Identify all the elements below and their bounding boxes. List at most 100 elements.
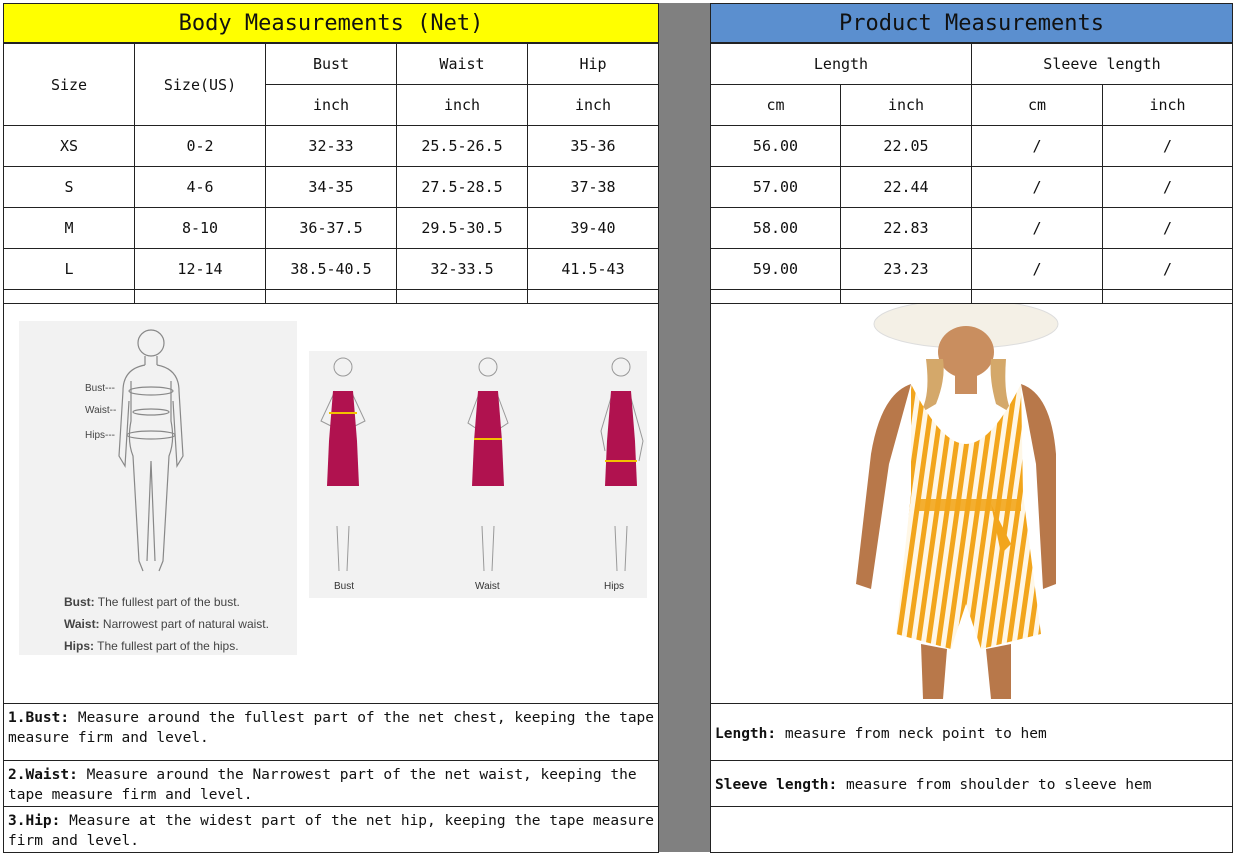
column-gap (659, 3, 710, 852)
row-s-hip: 37-38 (527, 166, 659, 208)
note-length-label: Length: (715, 726, 777, 742)
bust-tag: Bust--- (85, 383, 115, 394)
row-l-sleeve-cm: / (971, 248, 1103, 290)
product-measurements-title: Product Measurements (710, 3, 1233, 43)
waist-definition: Waist: Narrowest part of natural waist. (64, 617, 269, 631)
empty-cell (134, 289, 266, 304)
bust-definition-text: The fullest part of the bust. (97, 595, 240, 609)
note-bust-label: 1.Bust: (8, 710, 70, 726)
hips-tag: Hips--- (85, 430, 115, 441)
empty-cell (710, 289, 841, 304)
header-waist: Waist (396, 43, 528, 85)
empty-note (710, 806, 1233, 853)
row-m-length-cm: 58.00 (710, 207, 841, 249)
row-m-size: M (3, 207, 135, 249)
row-xs-sleeve-inch: / (1102, 125, 1233, 167)
waist-definition-text: Narrowest part of natural waist. (102, 617, 269, 631)
note-hip: 3.Hip: Measure at the widest part of the… (3, 806, 659, 853)
unit-length-cm: cm (710, 84, 841, 126)
note-waist-label: 2.Waist: (8, 767, 78, 783)
striped-romper-image (856, 304, 1059, 699)
row-s-sleeve-cm: / (971, 166, 1103, 208)
note-length-text: measure from neck point to hem (776, 726, 1047, 742)
note-length: Length: measure from neck point to hem (710, 703, 1233, 761)
header-size-us: Size(US) (134, 43, 266, 126)
row-l-sleeve-inch: / (1102, 248, 1233, 290)
row-s-length-inch: 22.44 (840, 166, 972, 208)
row-m-bust: 36-37.5 (265, 207, 397, 249)
row-s-length-cm: 57.00 (710, 166, 841, 208)
empty-cell (396, 289, 528, 304)
unit-bust: inch (265, 84, 397, 126)
unit-waist: inch (396, 84, 528, 126)
empty-cell (971, 289, 1103, 304)
note-waist: 2.Waist: Measure around the Narrowest pa… (3, 760, 659, 807)
figure-label-bust: Bust (334, 581, 355, 592)
hips-definition-text: The fullest part of the hips. (97, 639, 239, 653)
figure-label-hips: Hips (604, 581, 625, 592)
row-xs-length-cm: 56.00 (710, 125, 841, 167)
row-m-us: 8-10 (134, 207, 266, 249)
row-m-hip: 39-40 (527, 207, 659, 249)
row-xs-size: XS (3, 125, 135, 167)
row-l-waist: 32-33.5 (396, 248, 528, 290)
row-s-sleeve-inch: / (1102, 166, 1233, 208)
note-bust-text: Measure around the fullest part of the n… (8, 710, 655, 746)
row-m-waist: 29.5-30.5 (396, 207, 528, 249)
row-xs-bust: 32-33 (265, 125, 397, 167)
note-sleeve-text: measure from shoulder to sleeve hem (837, 777, 1152, 793)
row-l-bust: 38.5-40.5 (265, 248, 397, 290)
unit-hip: inch (527, 84, 659, 126)
empty-cell (265, 289, 397, 304)
note-sleeve-label: Sleeve length: (715, 777, 838, 793)
row-l-us: 12-14 (134, 248, 266, 290)
hips-definition: Hips: The fullest part of the hips. (64, 639, 239, 653)
row-s-size: S (3, 166, 135, 208)
empty-cell (1102, 289, 1233, 304)
row-xs-waist: 25.5-26.5 (396, 125, 528, 167)
note-hip-label: 3.Hip: (8, 813, 61, 829)
row-s-bust: 34-35 (265, 166, 397, 208)
body-measurements-title: Body Measurements (Net) (3, 3, 659, 43)
empty-cell (3, 289, 135, 304)
row-m-sleeve-cm: / (971, 207, 1103, 249)
row-l-length-cm: 59.00 (710, 248, 841, 290)
empty-cell (527, 289, 659, 304)
row-l-hip: 41.5-43 (527, 248, 659, 290)
header-size: Size (3, 43, 135, 126)
dress-guide-panel: Bust Waist Hips (309, 351, 647, 598)
header-sleeve-length: Sleeve length (971, 43, 1233, 85)
row-s-us: 4-6 (134, 166, 266, 208)
row-m-sleeve-inch: / (1102, 207, 1233, 249)
header-length: Length (710, 43, 972, 85)
note-waist-text: Measure around the Narrowest part of the… (8, 767, 637, 803)
row-xs-hip: 35-36 (527, 125, 659, 167)
row-xs-sleeve-cm: / (971, 125, 1103, 167)
row-l-size: L (3, 248, 135, 290)
measurement-guide-area: Bust--- Waist-- Hips--- Bust: The fulles… (3, 303, 659, 704)
body-outline-figure (118, 329, 184, 572)
waist-definition-label: Waist: (64, 617, 100, 631)
row-s-waist: 27.5-28.5 (396, 166, 528, 208)
empty-cell (840, 289, 972, 304)
row-xs-length-inch: 22.05 (840, 125, 972, 167)
note-hip-text: Measure at the widest part of the net hi… (8, 813, 655, 849)
row-l-length-inch: 23.23 (840, 248, 972, 290)
row-m-length-inch: 22.83 (840, 207, 972, 249)
row-xs-us: 0-2 (134, 125, 266, 167)
header-hip: Hip (527, 43, 659, 85)
dress-figures (320, 357, 644, 572)
body-guide-panel: Bust--- Waist-- Hips--- Bust: The fulles… (19, 321, 297, 655)
bust-definition-label: Bust: (64, 595, 95, 609)
note-sleeve-length: Sleeve length: measure from shoulder to … (710, 760, 1233, 807)
unit-length-inch: inch (840, 84, 972, 126)
bust-definition: Bust: The fullest part of the bust. (64, 595, 240, 609)
note-bust: 1.Bust: Measure around the fullest part … (3, 703, 659, 761)
unit-sleeve-inch: inch (1102, 84, 1233, 126)
hips-definition-label: Hips: (64, 639, 94, 653)
figure-label-waist: Waist (475, 581, 500, 592)
header-bust: Bust (265, 43, 397, 85)
waist-tag: Waist-- (85, 405, 117, 416)
unit-sleeve-cm: cm (971, 84, 1103, 126)
product-photo (710, 303, 1233, 704)
